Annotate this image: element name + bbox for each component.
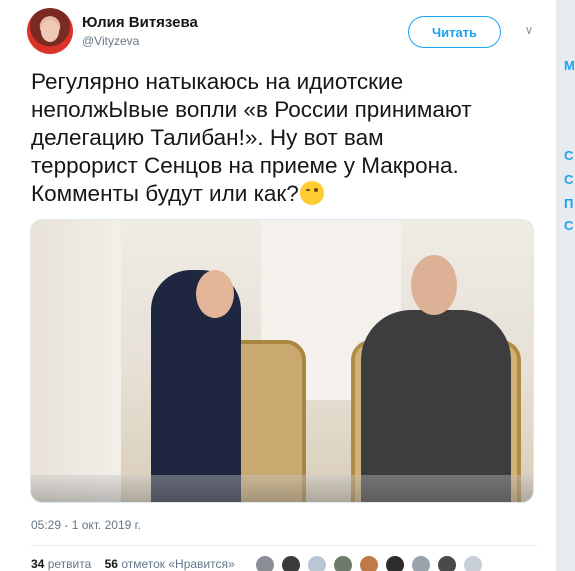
divider (31, 545, 537, 546)
likers-avatars (255, 555, 489, 571)
liker-avatar[interactable] (333, 555, 353, 571)
likes-label: отметок «Нравится» (121, 557, 235, 571)
author-name[interactable]: Юлия Витязева (82, 14, 198, 31)
avatar-face (41, 20, 59, 42)
sidebar-letter[interactable]: С (564, 218, 573, 233)
liker-avatar[interactable] (437, 555, 457, 571)
tweet-photo[interactable] (30, 219, 534, 503)
photo-head-left (196, 270, 234, 318)
liker-avatar[interactable] (411, 555, 431, 571)
tweet-line: Регулярно натыкаюсь на идиотские (31, 69, 404, 94)
liker-avatar[interactable] (359, 555, 379, 571)
photo-curtain (31, 220, 121, 502)
tweet-line: Комменты будут или как? (31, 181, 299, 206)
retweets-label: ретвита (47, 557, 92, 571)
sidebar-letter[interactable]: М (564, 58, 575, 73)
chevron-down-icon[interactable]: ∨ (521, 22, 537, 38)
tweet-stats: 34 ретвита 56 отметок «Нравится» (31, 557, 235, 571)
follow-button[interactable]: Читать (408, 16, 501, 48)
tweet-line: делегацию Талибан!». Ну вот вам (31, 125, 384, 150)
tweet-line-last: Комменты будут или как? (31, 180, 531, 208)
tweet-text: Регулярно натыкаюсь на идиотские неполжЫ… (31, 68, 531, 208)
sidebar-letter[interactable]: С (564, 148, 573, 163)
sidebar-letter[interactable]: П (564, 196, 573, 211)
sidebar-edge: МССПС (556, 0, 575, 571)
liker-avatar[interactable] (463, 555, 483, 571)
retweets-stat[interactable]: 34 ретвита (31, 557, 91, 571)
photo-table (31, 475, 533, 502)
tweet-timestamp[interactable]: 05:29 - 1 окт. 2019 г. (31, 518, 141, 532)
sidebar-letter[interactable]: С (564, 172, 573, 187)
liker-avatar[interactable] (281, 555, 301, 571)
retweets-count: 34 (31, 557, 45, 571)
winking-face-icon (299, 181, 324, 205)
tweet-line: неполжЫвые вопли «в России принимают (31, 97, 472, 122)
photo-head-right (411, 255, 457, 315)
author-handle[interactable]: @Vityzeva (82, 34, 139, 48)
likes-stat[interactable]: 56 отметок «Нравится» (105, 557, 235, 571)
avatar[interactable] (27, 8, 73, 54)
likes-count: 56 (104, 557, 118, 571)
tweet-line: террорист Сенцов на приеме у Макрона. (31, 153, 459, 178)
tweet-card: Юлия Витязева @Vityzeva Читать ∨ Регуляр… (0, 0, 556, 571)
liker-avatar[interactable] (385, 555, 405, 571)
liker-avatar[interactable] (255, 555, 275, 571)
liker-avatar[interactable] (307, 555, 327, 571)
